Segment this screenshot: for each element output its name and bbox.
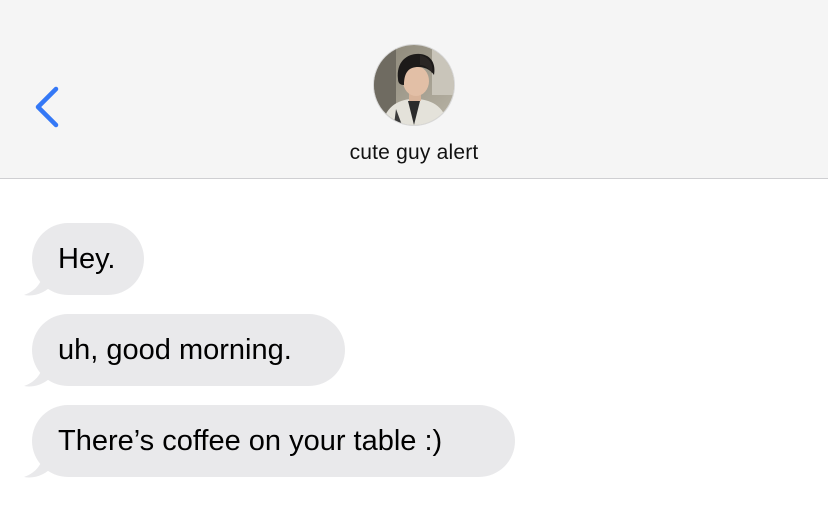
bubble-tail-icon xyxy=(24,449,54,478)
message-bubble-incoming[interactable]: There’s coffee on your table :) xyxy=(32,405,515,477)
message-bubble-incoming[interactable]: uh, good morning. xyxy=(32,314,345,386)
bubble-tail-icon xyxy=(24,267,54,296)
message-text: Hey. xyxy=(58,243,116,275)
chevron-left-icon xyxy=(35,86,59,128)
contact-name[interactable]: cute guy alert xyxy=(0,141,828,165)
conversation-header: cute guy alert xyxy=(0,0,828,179)
message-text: There’s coffee on your table :) xyxy=(58,425,443,457)
message-thread: Hey. uh, good morning. There’s coffee on… xyxy=(0,179,828,522)
back-button[interactable] xyxy=(26,80,70,134)
avatar-photo xyxy=(374,45,454,125)
bubble-tail-icon xyxy=(24,358,54,387)
message-text: uh, good morning. xyxy=(58,334,292,366)
contact-avatar[interactable] xyxy=(373,44,455,126)
